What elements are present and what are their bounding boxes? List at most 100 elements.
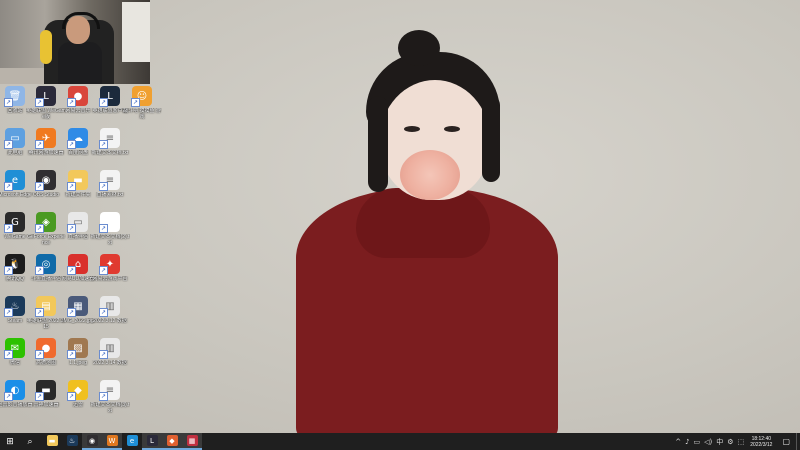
desktop-shortcut-label: 2022.3.14 数据 (93, 360, 127, 366)
desktop-shortcut[interactable]: ✦ ↗ 网易云游戏平台 (91, 254, 129, 294)
desktop-shortcut[interactable]: ▥ ↗ 2022.3.12 数据 (91, 296, 129, 336)
photo-file-icon: ▨ ↗ (67, 338, 88, 359)
notification-center-icon[interactable]: ▢ (782, 437, 790, 446)
shortcut-arrow-icon: ↗ (99, 266, 108, 275)
shortcut-arrow-icon: ↗ (4, 308, 13, 317)
shortcut-arrow-icon: ↗ (35, 140, 44, 149)
shortcut-arrow-icon: ↗ (99, 308, 108, 317)
windows-icon: ⊞ (6, 436, 14, 447)
shortcut-arrow-icon: ↗ (99, 98, 108, 107)
taskbar-app-button[interactable]: ▬ (42, 433, 62, 450)
tray-icon[interactable]: ^ (675, 438, 681, 446)
taskbar-app-button[interactable]: W (102, 433, 122, 450)
tray-icon[interactable]: ◁) (704, 438, 712, 446)
shortcut-arrow-icon: ↗ (67, 140, 76, 149)
shortcut-arrow-icon: ↗ (4, 392, 13, 401)
desktop-shortcut[interactable]: ≡ ↗ 新建文本文档.txt (91, 128, 129, 168)
desktop-shortcut[interactable]: ▥ ↗ 2022.3.14 数据 (91, 338, 129, 378)
desktop: 🗑 ↗ 回收站 L ↗ 英雄联盟 WeGame版 ● ↗ 网易云音乐 L ↗ 英雄联盟客户端 ☺ ↗ 战斗吧… (0, 0, 800, 433)
league-of-legends-icon: L ↗ (35, 86, 56, 107)
photo-viewer-icon: ▦ (186, 435, 198, 446)
qq-icon: 🐧 ↗ (4, 254, 25, 275)
league-client-icon: L ↗ (99, 86, 120, 107)
desktop-shortcut-label: 新建文本文档(2).txt (90, 234, 130, 246)
show-desktop-button[interactable] (796, 433, 800, 450)
system-tray: ^ ♪ ▭ ◁) 中 ⚙ ⬚ 18:12:40 2022/3/12 ▢ (673, 433, 800, 450)
tray-icons: ^ ♪ ▭ ◁) 中 ⚙ ⬚ (673, 437, 746, 447)
desktop-shortcut-label: 战斗吧 摸摸鱼 游戏 (123, 108, 161, 120)
archive-icon: ▥ ↗ (99, 338, 120, 359)
thunder-icon: ◆ ↗ (67, 380, 88, 401)
start-button[interactable]: ⊞ (0, 433, 20, 450)
wegame-icon: W (106, 435, 118, 446)
taskbar-app-button[interactable]: L (142, 433, 162, 450)
desktop-shortcut-label: 新建文本文档(3).txt (90, 402, 130, 414)
shortcut-arrow-icon: ↗ (4, 266, 13, 275)
desktop-shortcut[interactable]: ≡ ↗ 新建文本文档(3).txt (91, 380, 129, 420)
wallpaper-hair-lock-left (368, 96, 388, 192)
taskbar-app-button[interactable]: e (122, 433, 142, 450)
game-character-icon: ● ↗ (67, 86, 88, 107)
live-stream-icon: ◎ ↗ (35, 254, 56, 275)
cartoon-character-icon: ☺ ↗ (131, 86, 152, 107)
text-file-icon: ≡ ↗ (99, 128, 120, 149)
webcam-person-body (58, 42, 102, 84)
text-file-icon: ≡ ↗ (99, 170, 120, 191)
taskbar-app-button[interactable]: ◆ (162, 433, 182, 450)
clock-date: 2022/3/12 (750, 441, 773, 448)
obs-studio-icon: ◉ (86, 435, 98, 446)
nvidia-icon: ◈ ↗ (35, 212, 56, 233)
shortcut-arrow-icon: ↗ (4, 140, 13, 149)
uu-accelerator-icon: ⌂ ↗ (67, 254, 88, 275)
image-file-icon: ▦ ↗ (67, 296, 88, 317)
desktop-shortcut-label: 2022.3.12 数据 (93, 318, 127, 324)
shortcut-arrow-icon: ↗ (35, 266, 44, 275)
tray-icon[interactable]: ⬚ (738, 438, 745, 446)
shortcut-arrow-icon: ↗ (99, 182, 108, 191)
shortcut-arrow-icon: ↗ (131, 98, 140, 107)
shortcut-arrow-icon: ↗ (35, 224, 44, 233)
shortcut-arrow-icon: ↗ (67, 350, 76, 359)
shortcut-arrow-icon: ↗ (35, 98, 44, 107)
tray-icon[interactable]: ▭ (694, 438, 701, 446)
computer-icon: ▭ ↗ (4, 128, 25, 149)
shortcut-arrow-icon: ↗ (4, 182, 13, 191)
shortcut-arrow-icon: ↗ (67, 182, 76, 191)
desktop-shortcut[interactable]: ↗ 新建文本文档(2).txt (91, 212, 129, 252)
desktop-shortcut[interactable]: ≡ ↗ 直播素材.txt (91, 170, 129, 210)
wallpaper-eye-left (404, 126, 420, 132)
window-app-icon: ▭ ↗ (67, 212, 88, 233)
text-file-icon: ≡ ↗ (99, 380, 120, 401)
game-launcher-icon: ◆ (166, 435, 178, 446)
taskbar-app-button[interactable]: ◉ (82, 433, 102, 450)
webcam-window (122, 2, 150, 62)
player-icon: ◐ ↗ (4, 380, 25, 401)
tray-icon[interactable]: ⚙ (727, 438, 733, 446)
edge-browser-icon: e (126, 435, 138, 446)
search-button[interactable]: ⌕ (20, 433, 40, 450)
desktop-shortcut[interactable]: ☺ ↗ 战斗吧 摸摸鱼 游戏 (123, 86, 161, 126)
folder-icon: ▬ ↗ (67, 170, 88, 191)
keyboard-icon: ▬ ↗ (35, 380, 56, 401)
netease-icon: ✦ ↗ (99, 254, 120, 275)
webcam-toy (40, 30, 52, 64)
steam-icon: ♨ ↗ (4, 296, 25, 317)
wallpaper-flower (400, 150, 460, 200)
icon-glyph: L (43, 90, 49, 102)
tray-icon[interactable]: 中 (716, 437, 723, 447)
clock[interactable]: 18:12:40 2022/3/12 (750, 436, 772, 448)
tray-icon[interactable]: ♪ (685, 438, 689, 446)
shortcut-arrow-icon: ↗ (99, 350, 108, 359)
steam-icon: ♨ (66, 435, 78, 446)
wechat-icon: ✉ ↗ (4, 338, 25, 359)
taskbar-apps: ▬ ♨ ◉ We L ◆ ▦ (42, 433, 202, 450)
shortcut-arrow-icon: ↗ (4, 98, 13, 107)
shortcut-arrow-icon: ↗ (67, 224, 76, 233)
wallpaper-eye-right (444, 126, 460, 132)
taskbar-app-button[interactable]: ▦ (182, 433, 202, 450)
desktop-shortcut-label: 网易云游戏平台 (92, 276, 128, 282)
shortcut-arrow-icon: ↗ (67, 392, 76, 401)
obs-studio-icon: ◉ ↗ (35, 170, 56, 191)
wallpaper-hair-bun (398, 30, 440, 66)
taskbar-app-button[interactable]: ♨ (62, 433, 82, 450)
